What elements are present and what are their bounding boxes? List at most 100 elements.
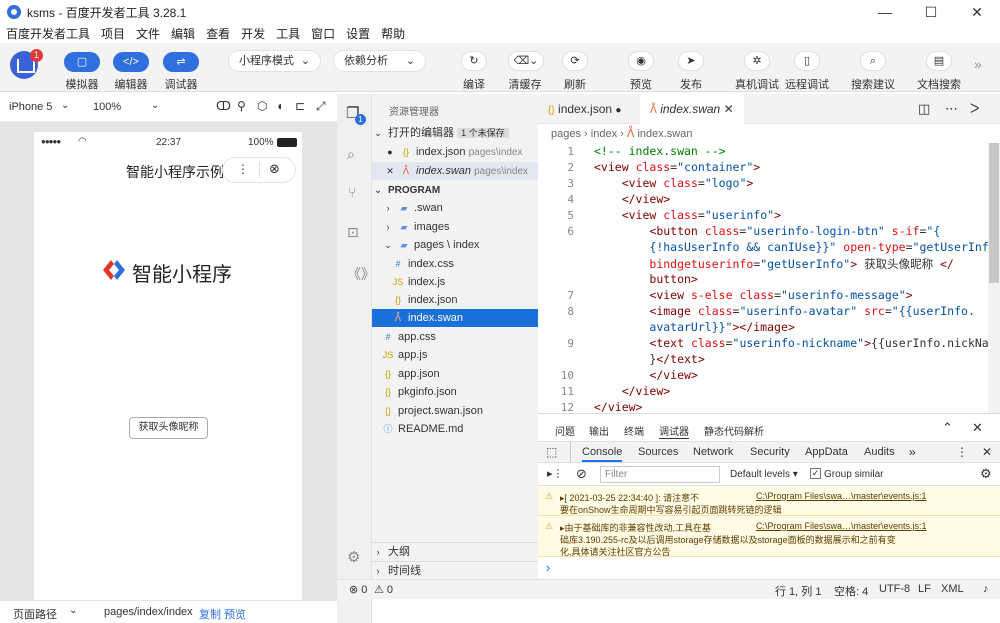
tree-item[interactable]: {} project.swan.json [372, 402, 538, 420]
editor-toggle-icon[interactable]: </> [113, 52, 149, 72]
simulator-label[interactable]: 模拟器 [57, 76, 107, 92]
search-icon[interactable]: ⌕ [347, 146, 355, 163]
preview-link[interactable]: 预览 [224, 606, 246, 622]
minimize-button[interactable]: — [862, 0, 908, 24]
notification-bell-icon[interactable]: ♪ [983, 583, 989, 595]
code-editor[interactable]: 1 <!-- index.swan --> 2 <view class="conta… [538, 143, 1000, 414]
tree-item[interactable]: JS index.js [372, 273, 538, 291]
menu-baidu[interactable]: 百度开发者工具 [6, 25, 90, 42]
cursor-position[interactable]: 行 1, 列 1 [775, 583, 821, 599]
compile-label[interactable]: 编译 [449, 76, 499, 92]
user-icon[interactable]: ⚲ [237, 99, 246, 113]
language-mode[interactable]: XML [941, 583, 964, 595]
menu-help[interactable]: 帮助 [381, 25, 405, 42]
mute-icon[interactable]: ⊏ [295, 99, 305, 113]
project-header[interactable]: ⌄ PROGRAM [372, 181, 538, 199]
extensions-icon[interactable]: 《》 [347, 264, 375, 284]
group-similar-checkbox[interactable]: ✓ [810, 468, 821, 479]
chevron-up-icon[interactable]: ⌃ [942, 420, 953, 436]
clear-cache-icon[interactable]: ⌫⌄ [508, 51, 544, 71]
fullscreen-icon[interactable]: ⤢ [316, 99, 326, 114]
devtab-security[interactable]: Security [750, 446, 790, 458]
preview-label[interactable]: 预览 [616, 76, 666, 92]
source-link[interactable]: C:\Program Files\swa…\master\events.js:1 [756, 521, 927, 531]
close-devtools-icon[interactable]: ✕ [982, 445, 992, 459]
copy-link[interactable]: 复制 [199, 606, 221, 622]
panel-tab-problems[interactable]: 问题 [555, 423, 575, 438]
refresh-icon[interactable]: ⟳ [562, 51, 588, 71]
volume-icon[interactable]: ◖ [276, 99, 283, 113]
close-mini-icon[interactable]: ⊗ [269, 161, 280, 177]
more-actions-icon[interactable]: ⋯ [945, 101, 958, 117]
close-panel-icon[interactable]: ✕ [972, 420, 983, 436]
menu-view[interactable]: 查看 [206, 25, 230, 42]
devtab-audits[interactable]: Audits [864, 446, 895, 458]
search-suggest-label[interactable]: 搜索建议 [848, 76, 898, 92]
get-userinfo-button[interactable]: 获取头像昵称 [129, 417, 208, 439]
gear-icon[interactable]: ⚙ [980, 466, 992, 482]
kebab-menu-icon[interactable]: ⋮ [956, 445, 968, 459]
chevron-down-icon[interactable]: ⌄ [61, 100, 69, 111]
line-ending[interactable]: LF [918, 583, 931, 595]
indent-spaces[interactable]: 空格: 4 [834, 583, 868, 599]
editor-label[interactable]: 编辑器 [106, 76, 156, 92]
tree-item[interactable]: ⓘ README.md [372, 420, 538, 438]
refresh-label[interactable]: 刷新 [550, 76, 600, 92]
tree-item[interactable]: {} app.json [372, 365, 538, 383]
devtab-appdata[interactable]: AppData [805, 446, 848, 458]
maximize-button[interactable]: ☐ [908, 0, 954, 24]
warning-count[interactable]: ⚠ 0 [374, 583, 393, 596]
close-window-button[interactable]: ✕ [954, 0, 1000, 24]
preview-icon[interactable]: ◉ [628, 51, 654, 71]
debugger-toggle-icon[interactable]: ⇌ [163, 52, 199, 72]
split-editor-icon[interactable]: ◫ [918, 101, 930, 117]
tree-item[interactable]: › ▰ .swan [372, 199, 538, 217]
console-prompt[interactable]: › [546, 560, 550, 575]
doc-search-icon[interactable]: ▤ [926, 51, 952, 71]
collapse-icon[interactable]: ᐳ [970, 101, 979, 117]
open-editor-index-swan[interactable]: ✕ ᐰ index.swan pages\index [372, 162, 538, 180]
inspect-icon[interactable]: ⬚ [546, 445, 557, 459]
source-control-icon[interactable]: ⑂ [348, 184, 356, 200]
breadcrumb-item[interactable]: pages [551, 128, 581, 140]
zoom-select[interactable]: 100% [93, 101, 121, 113]
chevron-down-icon[interactable]: ⌄ [69, 605, 77, 616]
tree-item[interactable]: JS app.js [372, 346, 538, 364]
tab-index-swan[interactable]: ᐰ index.swan ✕ [640, 94, 744, 124]
remote-real-icon[interactable]: ✲ [744, 51, 770, 71]
unsaved-dot-icon[interactable]: ● [615, 105, 621, 116]
clear-cache-label[interactable]: 清缓存 [500, 76, 550, 92]
toolbar-more-icon[interactable]: » [974, 56, 982, 72]
tree-item[interactable]: {} pkginfo.json [372, 383, 538, 401]
publish-icon[interactable]: ➤ [678, 51, 704, 71]
compile-icon[interactable]: ↻ [461, 51, 487, 71]
filter-input[interactable]: Filter [600, 466, 720, 483]
menu-file[interactable]: 文件 [136, 25, 160, 42]
menu-settings[interactable]: 设置 [346, 25, 370, 42]
tab-index-json[interactable]: {} index.json ● [538, 94, 640, 124]
panel-tab-terminal[interactable]: 终端 [624, 423, 644, 438]
devtab-console[interactable]: Console [582, 446, 623, 462]
remote-debug-label[interactable]: 远程调试 [782, 76, 832, 92]
deps-select[interactable]: 依赖分析 ⌄ [333, 50, 426, 72]
chevron-down-icon[interactable]: ⌄ [151, 100, 159, 111]
remote-real-label[interactable]: 真机调试 [732, 76, 782, 92]
source-link[interactable]: C:\Program Files\swa…\master\events.js:1 [756, 491, 927, 501]
menu-tools[interactable]: 工具 [276, 25, 300, 42]
devtab-sources[interactable]: Sources [638, 446, 678, 458]
debugger-label[interactable]: 调试器 [156, 76, 206, 92]
tree-item[interactable]: {} index.json [372, 291, 538, 309]
remote-debug-icon[interactable]: ▯ [794, 51, 820, 71]
error-count[interactable]: ⊗ 0 [349, 583, 367, 596]
devtab-more[interactable]: » [909, 445, 916, 459]
timeline-section[interactable]: › 时间线 [372, 561, 538, 579]
device-select[interactable]: iPhone 5 [9, 101, 52, 113]
more-icon[interactable]: ⋮ [237, 162, 249, 176]
clear-console-icon[interactable]: ⊘ [576, 466, 587, 482]
tree-item[interactable]: # index.css [372, 255, 538, 273]
outline-section[interactable]: › 大纲 [372, 542, 538, 560]
search-suggest-icon[interactable]: ⌕ [860, 51, 886, 71]
default-levels-select[interactable]: Default levels ▾ [730, 469, 798, 480]
editor-scrollbar-thumb[interactable] [989, 143, 999, 283]
cube-icon[interactable]: ⬡ [257, 99, 267, 113]
